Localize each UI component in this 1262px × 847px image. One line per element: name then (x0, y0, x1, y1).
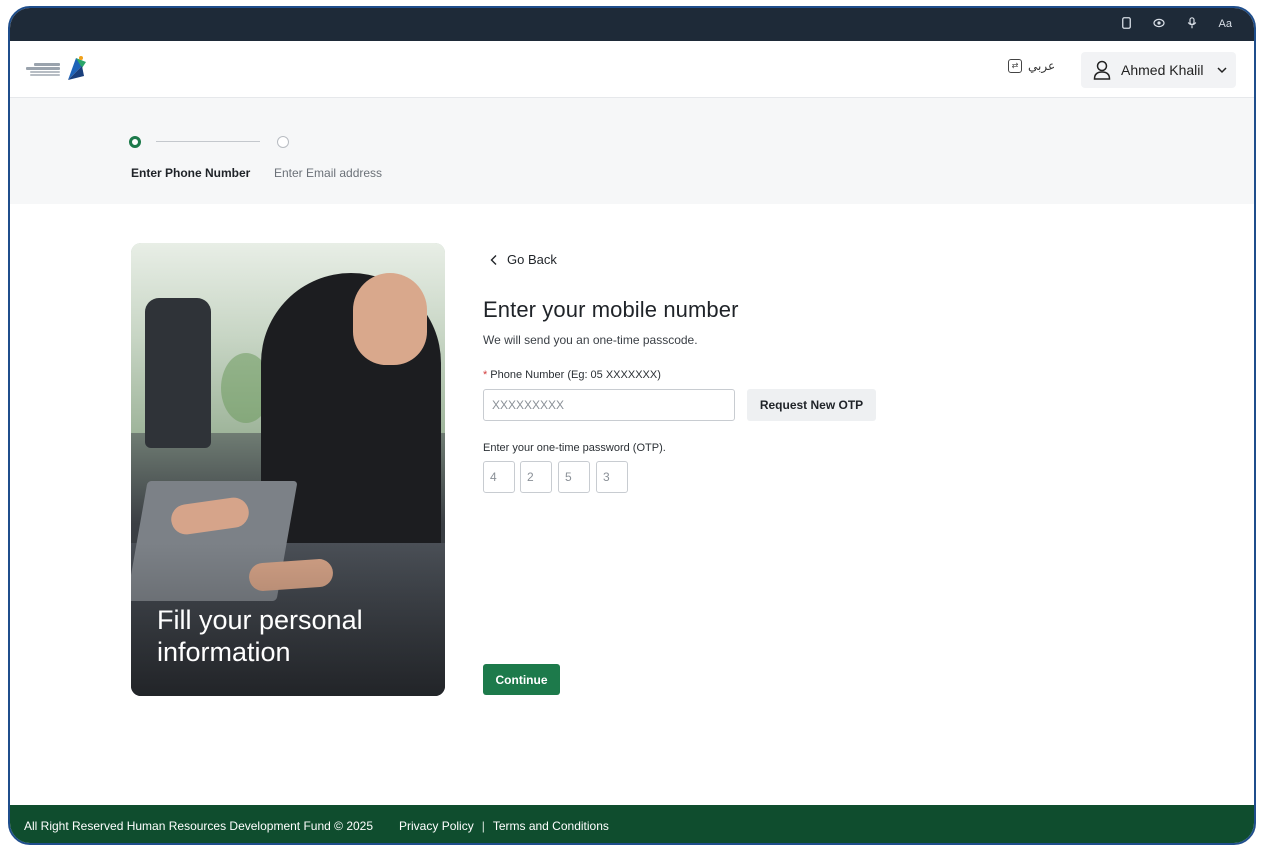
chevron-down-icon (1216, 67, 1227, 74)
copyright-text: All Right Reserved Human Resources Devel… (24, 819, 374, 833)
top-header: ⇄ عربي Ahmed Khalil (10, 41, 1254, 98)
mic-icon[interactable] (1187, 17, 1197, 32)
required-asterisk: * (483, 369, 488, 381)
phone-icon[interactable] (1121, 17, 1131, 32)
system-toolbar: Aa (10, 8, 1254, 41)
otp-digit-input[interactable]: 5 (558, 461, 590, 493)
continue-button[interactable]: Continue (483, 664, 560, 695)
user-icon (1093, 60, 1111, 80)
terms-link[interactable]: Terms and Conditions (493, 819, 609, 833)
hero-image-card: Fill your personal information (131, 243, 445, 696)
phone-label-text: Phone Number (Eg: 05 XXXXXXX) (490, 369, 661, 381)
otp-digit-input[interactable]: 2 (520, 461, 552, 493)
page-subtitle: We will send you an one-time passcode. (483, 333, 698, 347)
translate-icon: ⇄ (1008, 59, 1022, 73)
hrdf-logo[interactable] (26, 51, 108, 87)
logo-mark-icon (68, 56, 86, 80)
go-back-link[interactable]: Go Back (489, 252, 557, 267)
step-label-phone: Enter Phone Number (131, 166, 251, 180)
eye-icon[interactable] (1152, 18, 1165, 31)
step-indicator-inactive (277, 136, 289, 148)
text-size-icon[interactable]: Aa (1219, 19, 1232, 30)
footer-separator: | (481, 819, 485, 833)
language-label: عربي (1028, 59, 1056, 73)
otp-label: Enter your one-time password (OTP). (483, 442, 666, 454)
progress-stepper: Enter Phone Number Enter Email address (10, 98, 1254, 204)
step-indicator-active (129, 136, 141, 148)
privacy-policy-link[interactable]: Privacy Policy (399, 819, 474, 833)
person-face-shape (353, 273, 427, 365)
app-frame: Aa ⇄ عربي Ahmed Khalil Enter Phone Numbe… (8, 6, 1256, 845)
user-name: Ahmed Khalil (1121, 62, 1204, 78)
phone-number-label: * Phone Number (Eg: 05 XXXXXXX) (483, 369, 661, 381)
phone-number-input[interactable] (483, 389, 735, 421)
go-back-label: Go Back (507, 252, 557, 267)
otp-digit-input[interactable]: 4 (483, 461, 515, 493)
step-connector (156, 141, 260, 142)
user-menu-button[interactable]: Ahmed Khalil (1081, 52, 1236, 88)
office-chair-shape (145, 298, 211, 448)
chevron-left-icon (490, 254, 497, 265)
card-caption: Fill your personal information (157, 605, 363, 667)
language-switch-button[interactable]: ⇄ عربي (1008, 59, 1055, 73)
page-footer: All Right Reserved Human Resources Devel… (10, 805, 1254, 843)
step-label-email: Enter Email address (274, 166, 383, 180)
page-title: Enter your mobile number (483, 297, 739, 322)
footer-links: Privacy Policy | Terms and Conditions (399, 819, 609, 833)
logo-wordmark (26, 62, 60, 76)
request-otp-button[interactable]: Request New OTP (747, 389, 876, 421)
otp-digit-input[interactable]: 3 (596, 461, 628, 493)
